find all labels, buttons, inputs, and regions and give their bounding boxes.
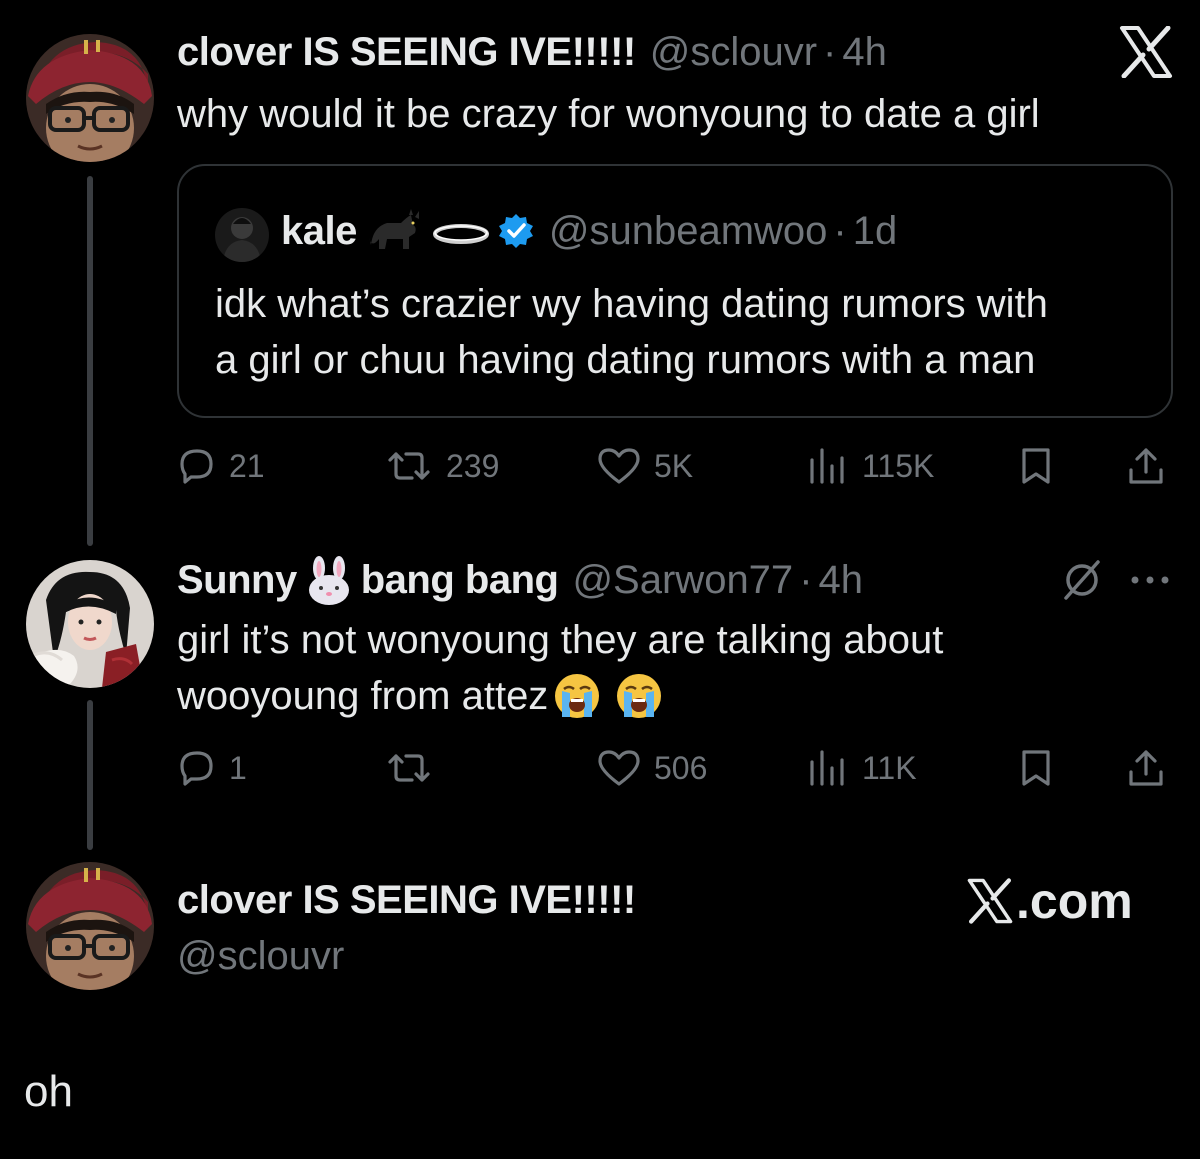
quote-display-name[interactable]: kale bbox=[281, 206, 357, 256]
like-button-2[interactable]: 506 bbox=[596, 748, 707, 788]
share-icon bbox=[1129, 448, 1163, 484]
caption-text: oh bbox=[24, 1067, 73, 1116]
tweet2-text: girl it’s not wonyoung they are talking … bbox=[177, 612, 943, 724]
tweet1-handle[interactable]: @sclouvr bbox=[650, 28, 817, 76]
avatar-clover[interactable] bbox=[26, 34, 154, 162]
heart-icon bbox=[598, 750, 640, 786]
quote-tweet-card[interactable]: kale @sunbeamwoo · 1d idk what’s crazier… bbox=[177, 164, 1173, 418]
x-com-brand: .com bbox=[966, 872, 1133, 930]
tweet1-display-name[interactable]: clover IS SEEING IVE!!!!! bbox=[177, 28, 636, 76]
avatar-clover-2[interactable] bbox=[26, 862, 154, 990]
like-count: 5K bbox=[654, 447, 694, 484]
reply-icon bbox=[180, 449, 213, 484]
views-button[interactable]: 115K bbox=[806, 446, 934, 486]
like-button[interactable]: 5K bbox=[596, 446, 693, 486]
tweet3-handle[interactable]: @sclouvr bbox=[177, 932, 344, 980]
bookmark-button[interactable] bbox=[1016, 446, 1056, 486]
x-logo-icon bbox=[967, 878, 1013, 924]
reply-count-2: 1 bbox=[229, 749, 247, 786]
like-count-2: 506 bbox=[654, 749, 708, 786]
share-button[interactable] bbox=[1126, 446, 1166, 486]
more-options-icon[interactable] bbox=[1128, 570, 1172, 595]
tweet2-separator: · bbox=[799, 558, 813, 602]
repost-icon bbox=[388, 452, 430, 480]
quote-text: idk what’s crazier wy having dating rumo… bbox=[215, 276, 1155, 388]
repost-icon bbox=[388, 754, 430, 782]
x-logo-icon bbox=[1118, 25, 1174, 82]
grok-icon[interactable] bbox=[1060, 558, 1104, 607]
tweet3-handle-row: @sclouvr bbox=[177, 932, 344, 980]
reply-count: 21 bbox=[229, 447, 265, 484]
rabbit-face-emoji bbox=[301, 556, 357, 606]
tweet2-display-name-part2[interactable]: bang bang bbox=[361, 556, 559, 604]
quote-separator: · bbox=[833, 209, 847, 253]
views-icon bbox=[810, 448, 844, 484]
reply-button-2[interactable]: 1 bbox=[177, 748, 247, 788]
repost-button-2[interactable] bbox=[384, 748, 446, 788]
verified-badge-icon bbox=[497, 212, 535, 250]
loudly-crying-face-emoji bbox=[552, 671, 602, 721]
tweet2-handle[interactable]: @Sarwon77 bbox=[572, 556, 793, 604]
bookmark-icon bbox=[1022, 448, 1050, 484]
tweet2-text-line1: girl it’s not wonyoung they are talking … bbox=[177, 618, 944, 662]
tweet1-header: clover IS SEEING IVE!!!!! @sclouvr · 4h bbox=[177, 28, 887, 76]
thread-line-2 bbox=[87, 700, 93, 850]
share-button-2[interactable] bbox=[1126, 748, 1166, 788]
heart-icon bbox=[598, 448, 640, 484]
screenshot-page: clover IS SEEING IVE!!!!! @sclouvr · 4h … bbox=[0, 0, 1200, 1159]
avatar-sunny[interactable] bbox=[26, 560, 154, 688]
tweet2-display-name-part1[interactable]: Sunny bbox=[177, 556, 297, 604]
quote-handle[interactable]: @sunbeamwoo bbox=[549, 206, 828, 256]
tweet2-time[interactable]: 4h bbox=[819, 556, 864, 604]
quote-time[interactable]: 1d bbox=[853, 206, 898, 256]
bookmark-icon bbox=[1022, 750, 1050, 786]
tweet1-text: why would it be crazy for wonyoung to da… bbox=[177, 92, 1040, 136]
bookmark-button-2[interactable] bbox=[1016, 748, 1056, 788]
repost-button[interactable]: 239 bbox=[384, 446, 499, 486]
views-button-2[interactable]: 11K bbox=[806, 748, 917, 788]
quote-avatar[interactable] bbox=[215, 208, 269, 262]
x-com-brand-text: .com bbox=[1016, 873, 1133, 929]
view-count: 115K bbox=[862, 447, 935, 484]
tweet3-header: clover IS SEEING IVE!!!!! bbox=[177, 876, 636, 924]
halo-ring-emoji bbox=[431, 216, 491, 246]
tweet2-text-line2: wooyoung from attez bbox=[177, 674, 549, 718]
thread-line bbox=[87, 176, 93, 546]
tweet3-display-name[interactable]: clover IS SEEING IVE!!!!! bbox=[177, 876, 636, 924]
repost-count: 239 bbox=[446, 447, 500, 484]
quote-header: kale @sunbeamwoo · 1d bbox=[281, 206, 897, 256]
view-count-2: 11K bbox=[862, 749, 917, 786]
reply-button[interactable]: 21 bbox=[177, 446, 265, 486]
tweet2-header: Sunny bang bang @Sarwon77 · 4h bbox=[177, 556, 863, 606]
share-icon bbox=[1129, 750, 1163, 786]
quote-text-line2: a girl or chuu having dating rumors with… bbox=[215, 338, 1036, 382]
tweet1-separator: · bbox=[823, 30, 837, 74]
views-icon bbox=[810, 750, 844, 786]
tweet1-time[interactable]: 4h bbox=[842, 28, 887, 76]
quote-text-line1: idk what’s crazier wy having dating rumo… bbox=[215, 282, 1048, 326]
black-cat-emoji bbox=[367, 209, 427, 253]
reply-icon bbox=[180, 751, 213, 786]
loudly-crying-face-emoji bbox=[614, 671, 664, 721]
